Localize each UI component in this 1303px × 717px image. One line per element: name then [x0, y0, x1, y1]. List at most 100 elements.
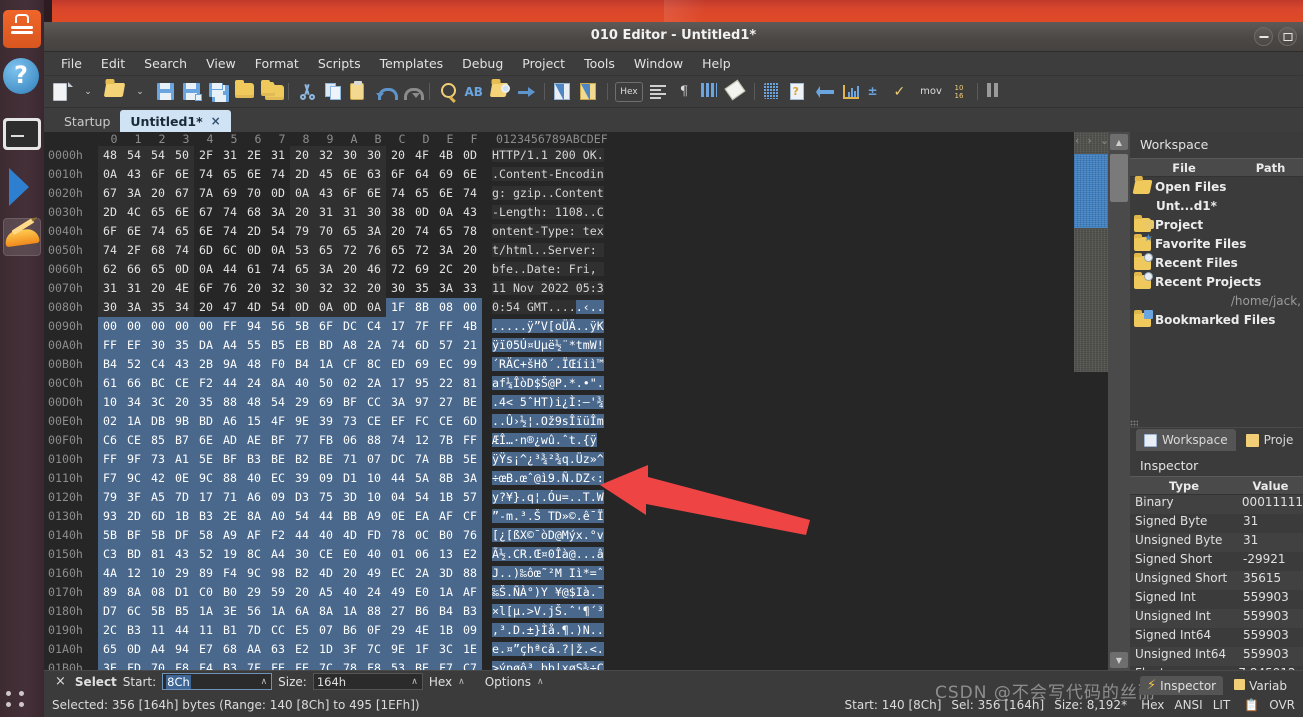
- hex-byte[interactable]: 39: [290, 469, 314, 488]
- hex-byte[interactable]: 88: [218, 393, 242, 412]
- hex-byte[interactable]: 8A: [122, 583, 146, 602]
- hex-byte[interactable]: 3E: [98, 659, 122, 670]
- hex-byte[interactable]: 88: [218, 469, 242, 488]
- hex-byte[interactable]: 59: [266, 583, 290, 602]
- workspace-item-recentprojects[interactable]: Recent Projects: [1130, 271, 1303, 291]
- inspector-row[interactable]: Binary 00011111: [1130, 495, 1303, 514]
- hex-byte[interactable]: F8: [362, 659, 386, 670]
- hex-byte[interactable]: 52: [122, 355, 146, 374]
- hex-byte[interactable]: F2: [194, 374, 218, 393]
- hex-byte[interactable]: F2: [266, 526, 290, 545]
- hex-byte[interactable]: 81: [146, 545, 170, 564]
- hex-byte[interactable]: 74: [266, 165, 290, 184]
- hex-byte[interactable]: 3F: [338, 640, 362, 659]
- hex-row[interactable]: 0110h F7 9C 42 0E 9C 88 40 EC 39 09 D1 10 44 5A 8B 3A ÷œB…: [44, 469, 1130, 488]
- hex-byte[interactable]: F0: [266, 355, 290, 374]
- hex-byte[interactable]: 9E: [386, 640, 410, 659]
- hex-byte[interactable]: BB: [434, 450, 458, 469]
- run-script-icon[interactable]: [576, 79, 602, 105]
- hex-byte[interactable]: BF: [122, 526, 146, 545]
- hex-byte[interactable]: 8C: [242, 545, 266, 564]
- hex-byte[interactable]: EF: [122, 336, 146, 355]
- hex-byte[interactable]: 32: [314, 279, 338, 298]
- hex-row[interactable]: 0120h 79 3F A5 7D 17 71 A6 09 D3 75 3D 10 04 54 1B 57 y?¥…: [44, 488, 1130, 507]
- hex-byte[interactable]: 40: [338, 583, 362, 602]
- hex-byte[interactable]: 11: [194, 621, 218, 640]
- hex-byte[interactable]: 78: [338, 659, 362, 670]
- hex-byte[interactable]: DC: [338, 317, 362, 336]
- hex-byte[interactable]: 17: [194, 488, 218, 507]
- hex-byte[interactable]: 20: [170, 393, 194, 412]
- hex-byte[interactable]: 67: [98, 184, 122, 203]
- hex-byte[interactable]: 39: [314, 412, 338, 431]
- hex-byte[interactable]: 27: [434, 393, 458, 412]
- hex-byte[interactable]: 1B: [170, 507, 194, 526]
- hex-byte[interactable]: CE: [170, 374, 194, 393]
- hex-byte[interactable]: 5B: [146, 526, 170, 545]
- hex-byte[interactable]: 4C: [122, 203, 146, 222]
- hex-byte[interactable]: 62: [98, 260, 122, 279]
- hex-byte[interactable]: CE: [362, 412, 386, 431]
- hex-byte[interactable]: 06: [338, 431, 362, 450]
- hex-byte[interactable]: 6D: [458, 412, 482, 431]
- hex-byte[interactable]: F7: [98, 469, 122, 488]
- hex-byte[interactable]: 1E: [458, 640, 482, 659]
- hex-byte[interactable]: 6F: [194, 279, 218, 298]
- menu-project[interactable]: Project: [513, 53, 574, 74]
- hex-byte[interactable]: FC: [410, 412, 434, 431]
- hex-byte[interactable]: C0: [194, 583, 218, 602]
- pause-icon[interactable]: [983, 79, 1009, 105]
- hex-byte[interactable]: DC: [386, 450, 410, 469]
- hex-byte[interactable]: BF: [218, 450, 242, 469]
- status-mode-overwrite[interactable]: OVR: [1269, 698, 1295, 712]
- select-start-chevron-icon[interactable]: ∧: [261, 677, 268, 687]
- hex-byte[interactable]: 3A: [122, 298, 146, 317]
- hex-byte[interactable]: 67: [194, 203, 218, 222]
- hex-byte[interactable]: 42: [146, 469, 170, 488]
- hex-byte[interactable]: CF: [338, 355, 362, 374]
- run-template-icon[interactable]: [550, 79, 576, 105]
- inspector-row[interactable]: Signed Int 559903: [1130, 590, 1303, 609]
- hex-byte[interactable]: 31: [122, 279, 146, 298]
- hex-byte[interactable]: A4: [146, 640, 170, 659]
- maximize-button[interactable]: [1278, 27, 1297, 46]
- hex-byte[interactable]: 65: [98, 640, 122, 659]
- menu-edit[interactable]: Edit: [92, 53, 134, 74]
- select-base-chevron-icon[interactable]: ∧: [458, 677, 465, 687]
- hex-byte[interactable]: 6C: [218, 241, 242, 260]
- hex-byte[interactable]: 1A: [314, 355, 338, 374]
- hex-byte[interactable]: 2A: [362, 374, 386, 393]
- hex-byte[interactable]: 8A: [266, 374, 290, 393]
- hex-byte[interactable]: 68: [242, 203, 266, 222]
- hex-byte[interactable]: 8C: [362, 355, 386, 374]
- hex-byte[interactable]: 74: [170, 241, 194, 260]
- hex-byte[interactable]: 3A: [458, 469, 482, 488]
- hex-byte[interactable]: 00: [170, 317, 194, 336]
- hex-byte[interactable]: 6E: [170, 165, 194, 184]
- hex-byte[interactable]: B5: [266, 336, 290, 355]
- hex-byte[interactable]: BE: [458, 393, 482, 412]
- hex-byte[interactable]: 0A: [434, 203, 458, 222]
- hex-byte[interactable]: 79: [98, 488, 122, 507]
- hex-byte[interactable]: A0: [266, 507, 290, 526]
- hex-byte[interactable]: 35: [194, 393, 218, 412]
- hex-byte[interactable]: 65: [146, 203, 170, 222]
- hex-byte[interactable]: 45: [314, 165, 338, 184]
- hex-byte[interactable]: CE: [314, 545, 338, 564]
- hex-byte[interactable]: 0D: [290, 298, 314, 317]
- hex-byte[interactable]: 30: [290, 279, 314, 298]
- hex-byte[interactable]: 0F: [362, 621, 386, 640]
- tab-close-icon[interactable]: ×: [211, 114, 221, 128]
- ascii-text[interactable]: .Content-Encodin: [492, 167, 604, 181]
- hex-byte[interactable]: 75: [314, 488, 338, 507]
- hex-byte[interactable]: 68: [218, 640, 242, 659]
- hex-byte[interactable]: 35: [170, 336, 194, 355]
- hex-byte[interactable]: 3D: [434, 564, 458, 583]
- hex-byte[interactable]: 73: [146, 450, 170, 469]
- hex-byte[interactable]: C4: [362, 317, 386, 336]
- hex-byte[interactable]: 2F: [194, 146, 218, 165]
- hex-byte[interactable]: D7: [98, 602, 122, 621]
- hex-byte[interactable]: B3: [218, 659, 242, 670]
- save-icon[interactable]: [153, 79, 179, 105]
- hex-byte[interactable]: 31: [266, 146, 290, 165]
